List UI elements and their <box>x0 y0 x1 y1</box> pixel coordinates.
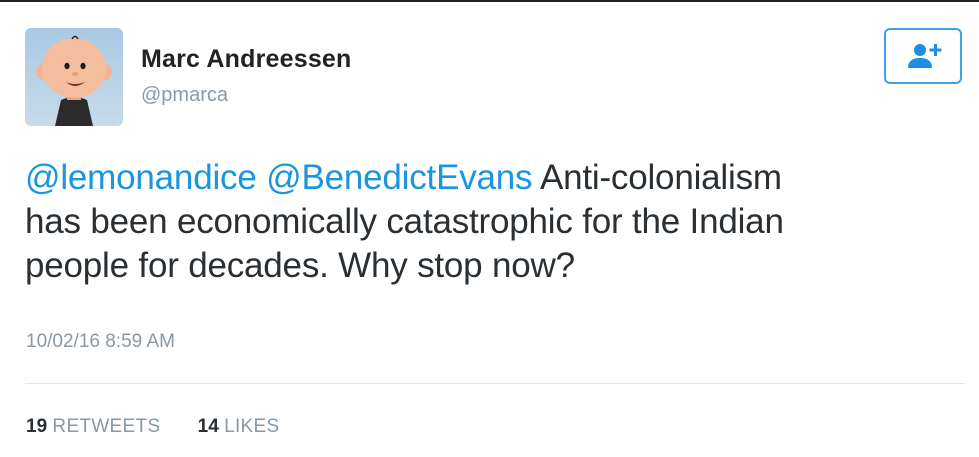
follow-user-icon <box>908 44 942 68</box>
tweet-timestamp[interactable]: 10/02/16 8:59 AM <box>26 331 175 353</box>
retweets-count: 19 <box>26 416 48 437</box>
cartoon-avatar-icon <box>36 35 112 126</box>
user-handle[interactable]: @pmarca <box>141 83 352 107</box>
tweet-card: Marc Andreessen @pmarca @lemonandice @Be… <box>0 0 979 457</box>
divider <box>25 383 965 384</box>
user-avatar[interactable] <box>25 28 123 126</box>
mention-link[interactable]: @BenedictEvans <box>266 158 532 197</box>
tweet-text: @lemonandice @BenedictEvans Anti-colonia… <box>25 156 960 288</box>
mention-link[interactable]: @lemonandice <box>25 158 257 197</box>
likes-stat[interactable]: 14 LIKES <box>198 416 280 438</box>
retweets-label: RETWEETS <box>52 416 161 437</box>
likes-label: LIKES <box>224 416 280 437</box>
tweet-text-line: has been economically catastrophic for t… <box>25 202 784 241</box>
tweet-stats: 19 RETWEETS 14 LIKES <box>26 416 311 438</box>
tweet-text-line: people for decades. Why stop now? <box>25 246 575 285</box>
user-name[interactable]: Marc Andreessen <box>141 44 352 74</box>
likes-count: 14 <box>197 416 219 437</box>
tweet-text-line: Anti-colonialism <box>532 158 782 197</box>
user-info: Marc Andreessen @pmarca <box>141 44 352 107</box>
follow-button[interactable] <box>884 28 962 84</box>
retweets-stat[interactable]: 19 RETWEETS <box>26 416 160 438</box>
